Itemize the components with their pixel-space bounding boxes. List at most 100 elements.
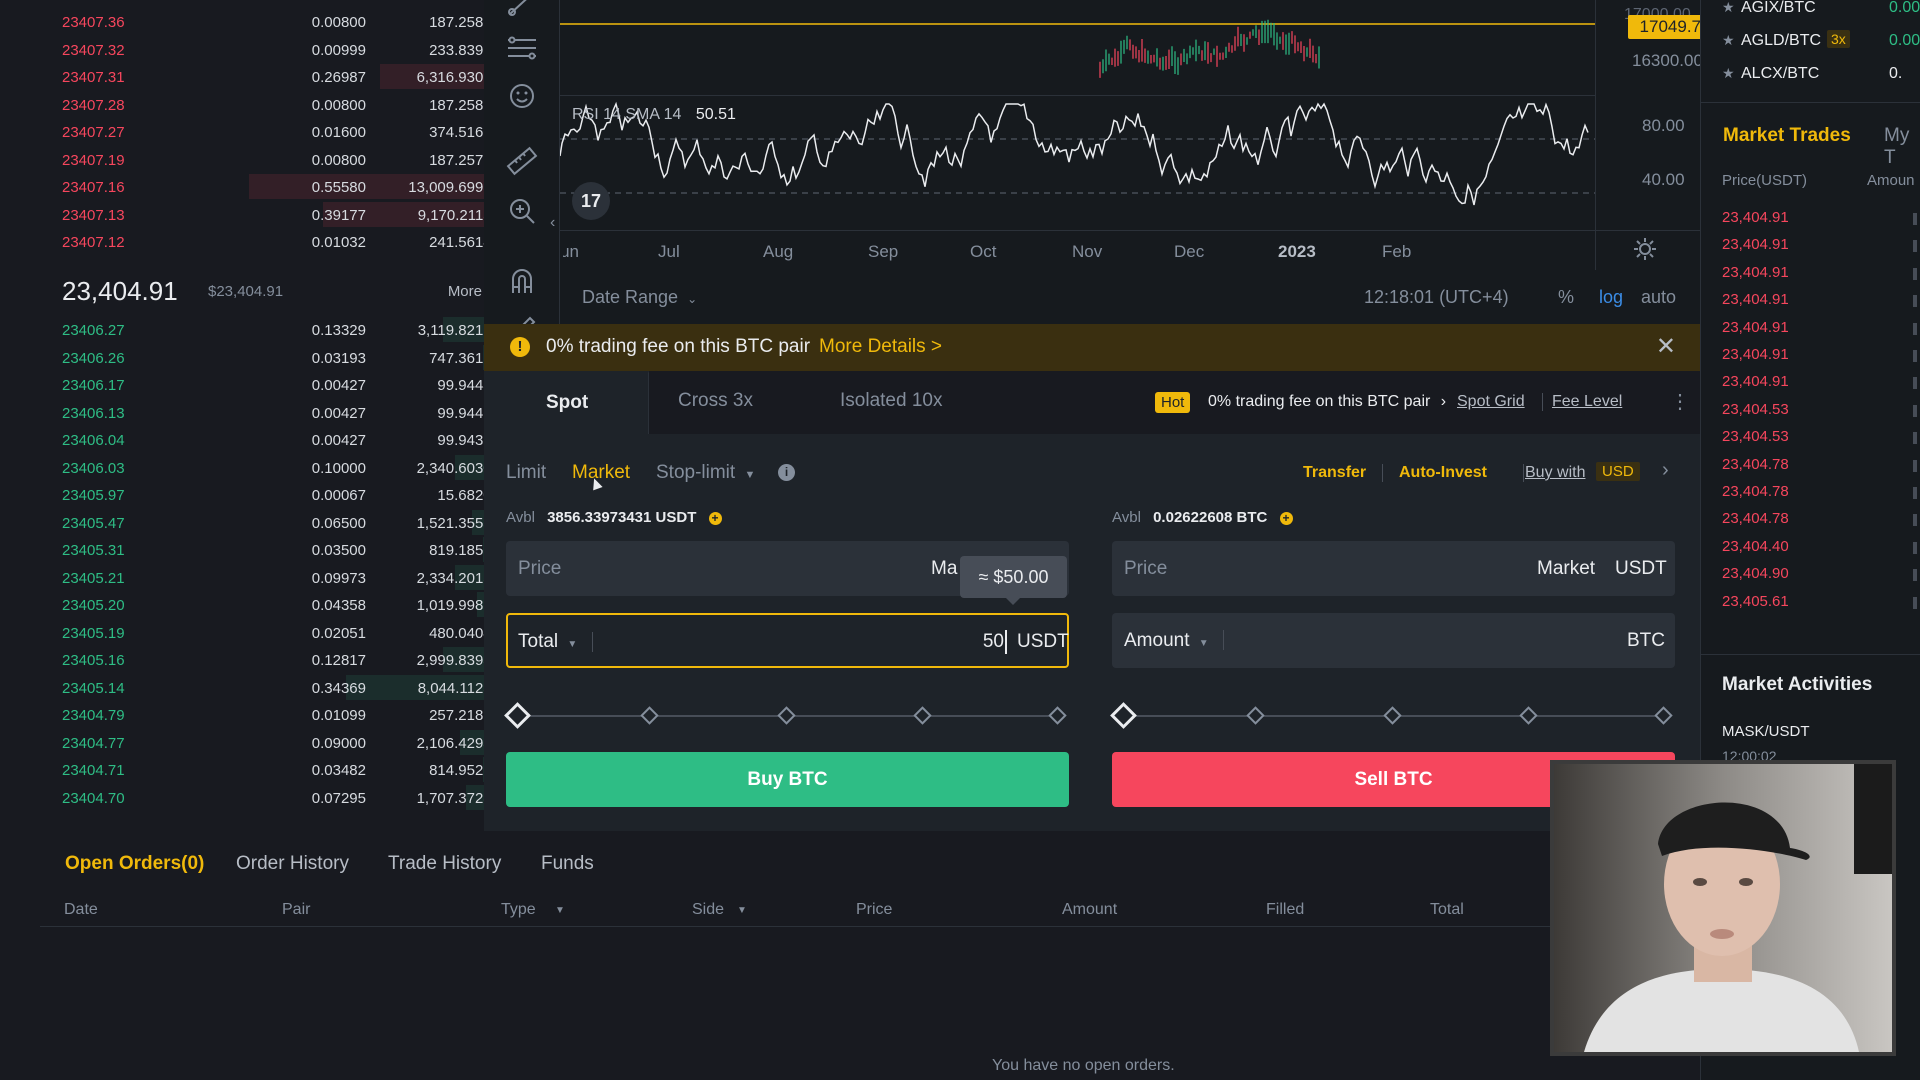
- auto-scale-toggle[interactable]: auto: [1641, 287, 1676, 308]
- order-amount: 0.06500: [311, 514, 366, 532]
- slider-mark-25[interactable]: [640, 706, 659, 725]
- total-type-select[interactable]: Total ▼: [518, 631, 577, 653]
- star-icon[interactable]: ★: [1722, 32, 1735, 49]
- order-type-stop-limit[interactable]: Stop-limit ▼: [656, 462, 755, 484]
- more-options-icon[interactable]: ⋮: [1670, 389, 1690, 414]
- order-book-row[interactable]: 23405.47 0.06500 1,521.35555: [40, 509, 506, 536]
- auto-invest-link[interactable]: Auto-Invest: [1399, 464, 1487, 482]
- orders-tab[interactable]: Open Orders(0): [65, 853, 204, 875]
- date-range-button[interactable]: Date Range ⌄: [582, 287, 697, 308]
- order-type-limit[interactable]: Limit: [506, 462, 546, 484]
- log-scale-toggle[interactable]: log: [1599, 287, 1623, 308]
- slider-mark-50[interactable]: [1383, 706, 1402, 725]
- orders-tab[interactable]: Trade History: [388, 853, 501, 875]
- tab-my-trades[interactable]: My T: [1884, 125, 1920, 169]
- order-type-market[interactable]: Market: [572, 462, 630, 484]
- tab-cross[interactable]: Cross 3x: [649, 371, 814, 434]
- order-book-row[interactable]: 23405.16 0.12817 2,999.83936: [40, 646, 506, 673]
- order-book-row[interactable]: 23405.31 0.03500 819.18585: [40, 536, 506, 563]
- add-funds-icon[interactable]: +: [1279, 512, 1293, 525]
- tab-market-trades[interactable]: Market Trades: [1723, 125, 1851, 147]
- tab-spot[interactable]: Spot: [484, 371, 649, 434]
- spot-grid-link[interactable]: Spot Grid: [1457, 393, 1525, 411]
- slider-mark-100[interactable]: [1654, 706, 1673, 725]
- order-book-row[interactable]: 23405.97 0.00067 15.68200: [40, 481, 506, 508]
- pair-row[interactable]: ★ ALCX/BTC 0.: [1701, 60, 1920, 88]
- slider-mark-100[interactable]: [1048, 706, 1067, 725]
- slider-handle[interactable]: [504, 702, 531, 729]
- orders-tab[interactable]: Order History: [236, 853, 349, 875]
- order-total: 187.25752: [429, 151, 500, 169]
- more-link[interactable]: More: [448, 283, 482, 300]
- order-book-row[interactable]: 23405.19 0.02051 480.04045: [40, 619, 506, 646]
- order-total: 99.94435: [437, 377, 500, 394]
- star-icon[interactable]: ★: [1722, 65, 1735, 82]
- tab-isolated[interactable]: Isolated 10x Hot 0% trading fee on this …: [814, 371, 1700, 434]
- order-book-row[interactable]: 23405.21 0.09973 2,334.20159: [40, 564, 506, 591]
- fib-retracement-icon[interactable]: [504, 30, 540, 66]
- buy-total-field[interactable]: Total ▼ 50 USDT: [506, 613, 1069, 668]
- orders-tab[interactable]: Funds: [541, 853, 594, 875]
- hot-promo-link[interactable]: 0% trading fee on this BTC pair ›: [1208, 393, 1446, 411]
- slider-mark-50[interactable]: [777, 706, 796, 725]
- order-book-row[interactable]: 23406.26 0.03193 747.36188: [40, 344, 506, 371]
- order-book-row[interactable]: 23407.32 0.00999 233.83913: [40, 36, 506, 63]
- order-book-row[interactable]: 23407.27 0.01600 374.51632: [40, 118, 506, 145]
- order-book-row[interactable]: 23406.13 0.00427 99.94418: [40, 399, 506, 426]
- amount-type-select[interactable]: Amount ▼: [1124, 630, 1209, 652]
- chart-settings-gear-icon[interactable]: [1632, 236, 1658, 262]
- order-book-row[interactable]: 23406.27 0.13329 3,119.82173: [40, 316, 506, 343]
- buy-with-currency-badge[interactable]: USD: [1596, 462, 1640, 481]
- order-total: 1,521.35555: [416, 514, 500, 532]
- slider-mark-75[interactable]: [913, 706, 932, 725]
- orders-column-header[interactable]: Side: [692, 901, 724, 919]
- order-book-row[interactable]: 23404.79 0.01099 257.21864: [40, 701, 506, 728]
- price-chart[interactable]: 17000.00 17049.72 16300.00 80.00 40.00 R…: [560, 0, 1722, 324]
- pair-row[interactable]: ★ AGLD/BTC 3x 0.00: [1701, 27, 1920, 55]
- slider-handle[interactable]: [1110, 702, 1137, 729]
- notice-more-details-link[interactable]: More Details >: [819, 336, 942, 358]
- magnet-icon[interactable]: [504, 263, 540, 299]
- sell-percent-slider[interactable]: [1110, 702, 1675, 729]
- order-book-row[interactable]: 23406.03 0.10000 2,340.60300: [40, 454, 506, 481]
- zoom-in-icon[interactable]: [504, 193, 540, 229]
- buy-with-link[interactable]: Buy with: [1525, 464, 1585, 482]
- buy-btc-button[interactable]: Buy BTC: [506, 752, 1069, 807]
- collapse-toolbar-chevron-icon[interactable]: ‹: [550, 214, 555, 232]
- fee-level-link[interactable]: Fee Level: [1552, 393, 1622, 411]
- order-book-row[interactable]: 23407.28 0.00800 187.25824: [40, 91, 506, 118]
- order-book-row[interactable]: 23407.36 0.00800 187.25888: [40, 8, 506, 35]
- close-icon[interactable]: ✕: [1656, 332, 1676, 361]
- info-icon[interactable]: i: [778, 464, 795, 481]
- star-icon[interactable]: ★: [1722, 0, 1735, 16]
- emoji-icon[interactable]: [504, 78, 540, 114]
- trendline-icon[interactable]: [504, 0, 540, 22]
- order-book-row[interactable]: 23407.31 0.26987 6,316.93075: [40, 63, 506, 90]
- order-book-row[interactable]: 23404.71 0.03482 814.95200: [40, 756, 506, 783]
- order-book-row[interactable]: 23407.12 0.01032 241.56148: [40, 228, 506, 255]
- ruler-icon[interactable]: [504, 143, 540, 179]
- chevron-down-icon: ⌄: [687, 292, 698, 306]
- order-book-row[interactable]: 23407.16 0.55580 13,009.69953: [40, 173, 506, 200]
- pair-row[interactable]: ★ AGIX/BTC 0.00: [1701, 0, 1920, 22]
- slider-mark-25[interactable]: [1246, 706, 1265, 725]
- order-book-row[interactable]: 23404.77 0.09000 2,106.42930: [40, 729, 506, 756]
- order-book-row[interactable]: 23405.20 0.04358 1,019.99862: [40, 591, 506, 618]
- order-book-row[interactable]: 23406.17 0.00427 99.94435: [40, 371, 506, 398]
- add-funds-icon[interactable]: +: [708, 512, 722, 525]
- chevron-right-icon[interactable]: ›: [1662, 459, 1669, 482]
- orders-column-header[interactable]: Type: [501, 901, 536, 919]
- activity-pair[interactable]: MASK/USDT: [1722, 723, 1810, 740]
- order-price: 23404.79: [62, 707, 125, 724]
- order-book-row[interactable]: 23404.70 0.07295 1,707.37287: [40, 784, 506, 811]
- buy-percent-slider[interactable]: [504, 702, 1069, 729]
- order-book-row[interactable]: 23405.14 0.34369 8,044.11257: [40, 674, 506, 701]
- slider-mark-75[interactable]: [1519, 706, 1538, 725]
- sell-amount-field[interactable]: Amount ▼ BTC: [1112, 613, 1675, 668]
- sell-price-field[interactable]: Price Market USDT: [1112, 541, 1675, 596]
- order-book-row[interactable]: 23407.13 0.39177 9,170.21132: [40, 201, 506, 228]
- order-book-row[interactable]: 23407.19 0.00800 187.25752: [40, 146, 506, 173]
- percent-scale-toggle[interactable]: %: [1558, 287, 1574, 308]
- order-book-row[interactable]: 23406.04 0.00427 99.94379: [40, 426, 506, 453]
- transfer-link[interactable]: Transfer: [1303, 464, 1366, 482]
